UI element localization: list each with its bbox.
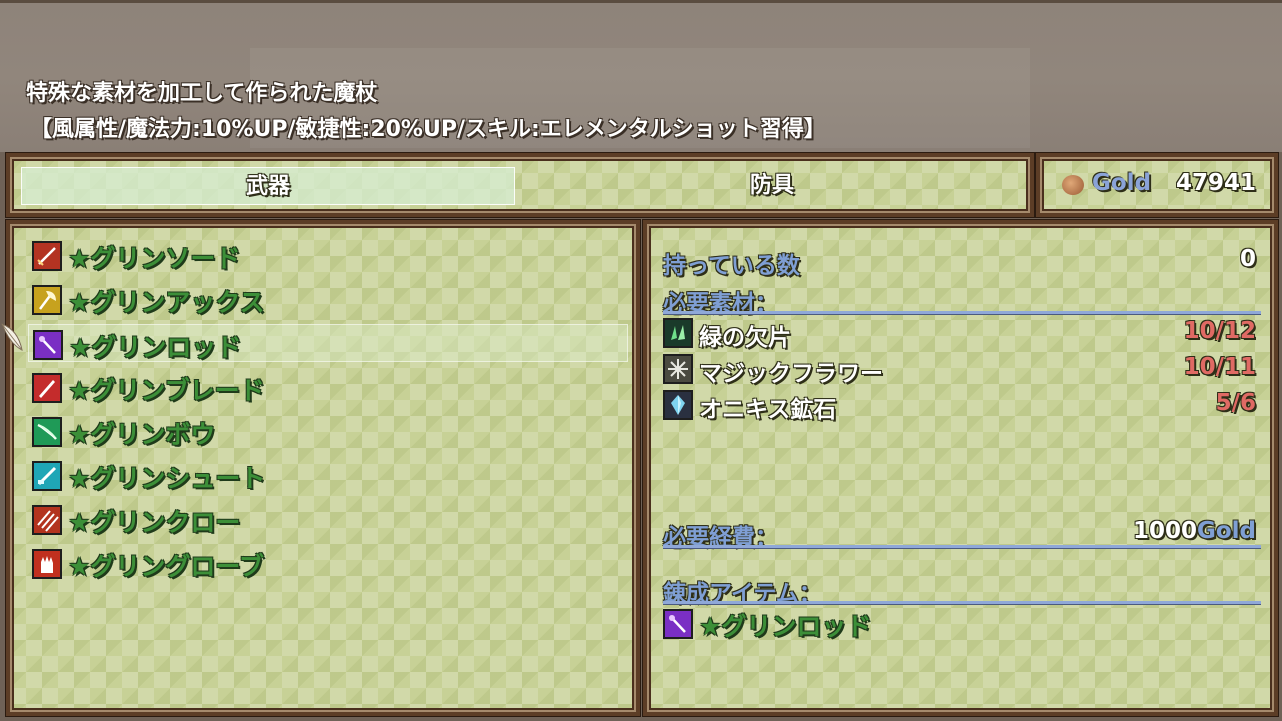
list-item-rod[interactable]: ★グリンロッド (28, 324, 628, 362)
divider (663, 545, 1261, 549)
list-item-axe[interactable]: ★グリンアックス (28, 280, 628, 318)
claw-icon (32, 505, 62, 535)
cost-value: 1000 (1132, 518, 1197, 544)
material-name: マジックフラワー (699, 361, 883, 387)
item-name: ★グリンシュート (68, 464, 266, 493)
rod-icon (663, 609, 693, 639)
item-description: 特殊な素材を加工して作られた魔杖 (26, 81, 378, 106)
owned-count: 0 (1239, 246, 1256, 272)
item-name: ★グリングローブ (68, 552, 264, 581)
item-name: ★グリンアックス (68, 288, 265, 317)
rod-icon (33, 330, 63, 360)
list-item-shoot[interactable]: ★グリンシュート (28, 456, 628, 494)
item-name: ★グリンソード (68, 244, 241, 273)
item-name: ★グリンクロー (68, 508, 241, 537)
list-item-claw[interactable]: ★グリンクロー (28, 500, 628, 538)
material-count: 10/12 (1183, 318, 1256, 344)
gold-unit: Gold (1092, 170, 1152, 196)
category-window: 武器 防具 (6, 153, 1034, 217)
coin-icon (1062, 175, 1084, 195)
material-count: 10/11 (1183, 354, 1256, 380)
owned-label: 持っている数 (663, 253, 800, 279)
material-name: 緑の欠片 (699, 325, 791, 351)
list-item-bow[interactable]: ★グリンボウ (28, 412, 628, 450)
sword-icon (32, 241, 62, 271)
result-item-name: ★グリンロッド (699, 612, 872, 641)
divider (663, 601, 1261, 605)
gun-icon (32, 461, 62, 491)
item-name: ★グリンボウ (68, 420, 216, 449)
material-count: 5/6 (1215, 390, 1256, 416)
gold-amount: 47941 (1175, 170, 1256, 196)
item-effects: 【風属性/魔法力:10%UP/敏捷性:20%UP/スキル:エレメンタルショット習… (30, 117, 826, 142)
cost-unit: Gold (1196, 518, 1256, 544)
bow-icon (32, 417, 62, 447)
glove-icon (32, 549, 62, 579)
help-window: 特殊な素材を加工して作られた魔杖 【風属性/魔法力:10%UP/敏捷性:20%U… (0, 0, 1282, 152)
material-name: オニキス鉱石 (699, 397, 837, 423)
tab-weapons[interactable]: 武器 (21, 167, 515, 205)
cost-amount: 1000Gold (1133, 518, 1256, 544)
gold-window: Gold 47941 (1036, 153, 1278, 217)
recipe-detail: 持っている数 0 必要素材： 緑の欠片 10/12 マジックフラワー 10/11… (643, 220, 1278, 716)
recipe-list: ★グリンソード ★グリンアックス ★グリンロッド ★グリンブレード ★グリンボウ… (6, 220, 640, 716)
tab-armor[interactable]: 防具 (525, 167, 1019, 205)
magic-flower-icon (663, 354, 693, 384)
blade-icon (32, 373, 62, 403)
list-item-sword[interactable]: ★グリンソード (28, 236, 628, 274)
item-name: ★グリンロッド (69, 333, 242, 362)
item-name: ★グリンブレード (68, 376, 265, 405)
list-item-blade[interactable]: ★グリンブレード (28, 368, 628, 406)
divider (663, 311, 1261, 315)
list-item-glove[interactable]: ★グリングローブ (28, 544, 628, 582)
onyx-ore-icon (663, 390, 693, 420)
green-shard-icon (663, 318, 693, 348)
feather-cursor-icon (1, 323, 23, 351)
axe-icon (32, 285, 62, 315)
